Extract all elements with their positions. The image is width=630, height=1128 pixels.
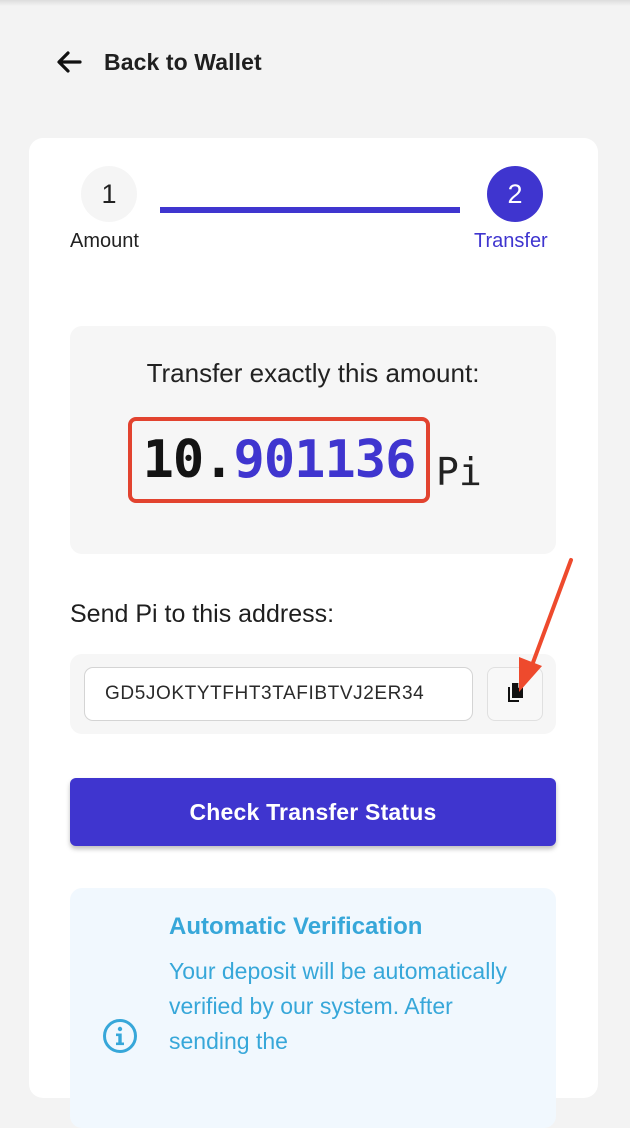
amount-integer: 10. xyxy=(142,430,235,490)
amount-unit: Pi xyxy=(436,450,482,494)
check-transfer-status-button[interactable]: Check Transfer Status xyxy=(70,778,556,846)
step-2-label: Transfer xyxy=(474,230,548,252)
amount-decimal: 901136 xyxy=(233,430,417,490)
step-2-number: 2 xyxy=(507,178,523,209)
copy-icon xyxy=(505,682,525,707)
amount-value: 10. 901136 xyxy=(128,417,430,503)
info-text: Your deposit will be automatically verif… xyxy=(169,958,507,1054)
amount-box: Transfer exactly this amount: 10. 901136 … xyxy=(70,326,556,554)
amount-title: Transfer exactly this amount: xyxy=(146,358,480,388)
copy-address-button[interactable] xyxy=(487,667,543,721)
info-box: Automatic Verification Your deposit will… xyxy=(70,888,556,1128)
arrow-left-icon xyxy=(56,51,82,73)
back-label: Back to Wallet xyxy=(104,48,262,75)
address-row xyxy=(70,654,556,734)
back-to-wallet-link[interactable]: Back to Wallet xyxy=(56,44,262,80)
address-title: Send Pi to this address: xyxy=(70,600,335,628)
info-title: Automatic Verification xyxy=(169,913,423,940)
step-2-circle: 2 xyxy=(487,166,543,222)
step-1-circle: 1 xyxy=(81,166,137,222)
step-1-label: Amount xyxy=(70,230,139,252)
step-progress-line xyxy=(160,207,460,213)
transfer-card: 1 2 Amount Transfer Transfer exactly thi… xyxy=(29,138,598,1128)
step-1-number: 1 xyxy=(101,178,117,209)
address-input[interactable] xyxy=(84,667,473,721)
info-icon xyxy=(102,1018,138,1059)
top-shadow xyxy=(0,0,630,6)
